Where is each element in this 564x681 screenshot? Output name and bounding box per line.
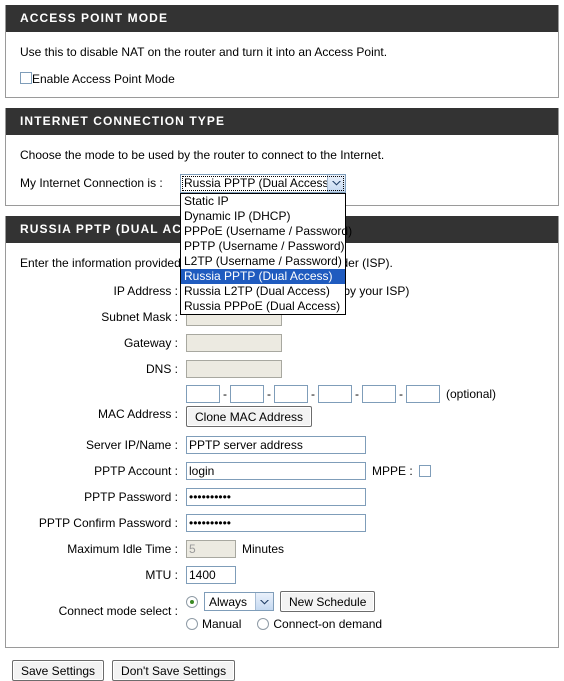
- server-ip-name-label: Server IP/Name :: [85, 438, 178, 452]
- option-russia-pppoe[interactable]: Russia PPPoE (Dual Access): [181, 299, 345, 314]
- mac-octet-1[interactable]: [186, 385, 220, 403]
- maximum-idle-time-label: Maximum Idle Time :: [67, 542, 178, 556]
- mac-address-label: MAC Address :: [97, 407, 178, 421]
- mppe-checkbox[interactable]: [418, 465, 431, 477]
- gateway-label: Gateway :: [123, 336, 178, 350]
- connection-type-select-wrapper: Russia PPTP (Dual Access) Static IP Dyna…: [180, 173, 352, 315]
- mac-octet-3[interactable]: [274, 385, 308, 403]
- new-schedule-button[interactable]: New Schedule: [280, 591, 376, 612]
- access-point-mode-description: Use this to disable NAT on the router an…: [20, 45, 388, 59]
- connect-mode-manual-label: Manual: [202, 617, 242, 631]
- pptp-confirm-password-label: PPTP Confirm Password :: [38, 516, 178, 530]
- option-l2tp[interactable]: L2TP (Username / Password): [181, 254, 345, 269]
- dns-label: DNS :: [145, 362, 178, 376]
- save-settings-button[interactable]: Save Settings: [12, 660, 105, 681]
- connect-mode-on-demand-radio[interactable]: [257, 618, 270, 630]
- connect-mode-row: Connect mode select : Always New Schedul…: [20, 591, 544, 631]
- option-russia-l2tp[interactable]: Russia L2TP (Dual Access): [181, 284, 345, 299]
- mac-octet-4[interactable]: [318, 385, 352, 403]
- mac-separator-3: -: [311, 387, 315, 401]
- pptp-password-input[interactable]: [186, 488, 366, 506]
- option-static-ip[interactable]: Static IP: [181, 194, 345, 209]
- subnet-mask-label: Subnet Mask :: [101, 310, 178, 324]
- chevron-down-icon[interactable]: [327, 174, 345, 192]
- mac-separator-2: -: [267, 387, 271, 401]
- chevron-down-icon[interactable]: [255, 593, 273, 610]
- pptp-account-input[interactable]: [186, 462, 366, 480]
- server-ip-name-row: Server IP/Name :: [20, 435, 544, 455]
- mac-address-row: MAC Address : - - - - - (optional) Clone…: [20, 385, 544, 427]
- internet-connection-type-header: INTERNET CONNECTION TYPE: [6, 108, 558, 135]
- gateway-input[interactable]: [186, 334, 282, 352]
- maximum-idle-time-unit: Minutes: [242, 542, 285, 556]
- connect-mode-always-radio[interactable]: [186, 595, 198, 608]
- internet-connection-type-description: Choose the mode to be used by the router…: [20, 148, 385, 162]
- connect-mode-manual-line: Manual Connect-on demand: [186, 617, 382, 631]
- connection-type-select[interactable]: Russia PPTP (Dual Access): [180, 173, 346, 193]
- enable-access-point-mode-checkbox[interactable]: [20, 72, 32, 84]
- maximum-idle-time-input[interactable]: [186, 540, 236, 558]
- mac-octet-6[interactable]: [406, 385, 440, 403]
- connection-type-options-list[interactable]: Static IP Dynamic IP (DHCP) PPPoE (Usern…: [180, 192, 352, 315]
- connect-mode-label: Connect mode select :: [58, 604, 178, 618]
- connect-mode-always-line: Always New Schedule: [186, 591, 382, 612]
- connect-mode-manual-radio[interactable]: [186, 618, 198, 630]
- pptp-password-row: PPTP Password :: [20, 487, 544, 507]
- footer-buttons: Save Settings Don't Save Settings: [12, 660, 564, 681]
- ip-address-label: IP Address :: [113, 284, 178, 298]
- option-russia-pptp[interactable]: Russia PPTP (Dual Access): [181, 268, 345, 284]
- internet-connection-type-body: Choose the mode to be used by the router…: [6, 135, 558, 315]
- pptp-account-row: PPTP Account : MPPE :: [20, 461, 544, 481]
- pptp-password-label: PPTP Password :: [84, 490, 178, 504]
- connection-type-row: My Internet Connection is : Russia PPTP …: [20, 173, 544, 315]
- access-point-mode-body: Use this to disable NAT on the router an…: [6, 32, 558, 97]
- schedule-selected-value: Always: [209, 594, 248, 609]
- pptp-account-label: PPTP Account :: [94, 464, 178, 478]
- mtu-input[interactable]: [186, 566, 236, 584]
- dns-row: DNS :: [20, 359, 544, 379]
- pptp-confirm-password-row: PPTP Confirm Password :: [20, 513, 544, 533]
- mac-separator-4: -: [355, 387, 359, 401]
- option-pptp[interactable]: PPTP (Username / Password): [181, 239, 345, 254]
- connection-type-selected-value: Russia PPTP (Dual Access): [184, 176, 327, 190]
- dont-save-settings-button[interactable]: Don't Save Settings: [112, 660, 236, 681]
- connect-mode-on-demand-label: Connect-on demand: [273, 617, 383, 631]
- access-point-mode-header: ACCESS POINT MODE: [6, 5, 558, 32]
- panel-spacer-1: [0, 98, 564, 108]
- enable-access-point-mode-label: Enable Access Point Mode: [32, 72, 175, 86]
- access-point-mode-panel: ACCESS POINT MODE Use this to disable NA…: [5, 5, 559, 98]
- mac-octet-5[interactable]: [362, 385, 396, 403]
- mtu-row: MTU :: [20, 565, 544, 585]
- pptp-confirm-password-input[interactable]: [186, 514, 366, 532]
- clone-mac-address-button[interactable]: Clone MAC Address: [186, 406, 313, 427]
- mac-address-hint: (optional): [446, 387, 497, 401]
- mac-separator-1: -: [223, 387, 227, 401]
- connection-type-label: My Internet Connection is :: [20, 176, 163, 190]
- gateway-row: Gateway :: [20, 333, 544, 353]
- maximum-idle-time-row: Maximum Idle Time : Minutes: [20, 539, 544, 559]
- schedule-select[interactable]: Always: [204, 592, 274, 611]
- mppe-label: MPPE :: [372, 464, 413, 478]
- option-dynamic-ip-dhcp[interactable]: Dynamic IP (DHCP): [181, 209, 345, 224]
- dns-input[interactable]: [186, 360, 282, 378]
- mac-octet-2[interactable]: [230, 385, 264, 403]
- mtu-label: MTU :: [145, 568, 178, 582]
- russia-pptp-form: IP Address : (assigned by your ISP) Subn…: [20, 281, 544, 631]
- internet-connection-type-panel: INTERNET CONNECTION TYPE Choose the mode…: [5, 108, 559, 315]
- mac-separator-5: -: [399, 387, 403, 401]
- option-pppoe[interactable]: PPPoE (Username / Password): [181, 224, 352, 239]
- server-ip-name-input[interactable]: [186, 436, 366, 454]
- enable-access-point-mode-row[interactable]: Enable Access Point Mode: [20, 70, 544, 87]
